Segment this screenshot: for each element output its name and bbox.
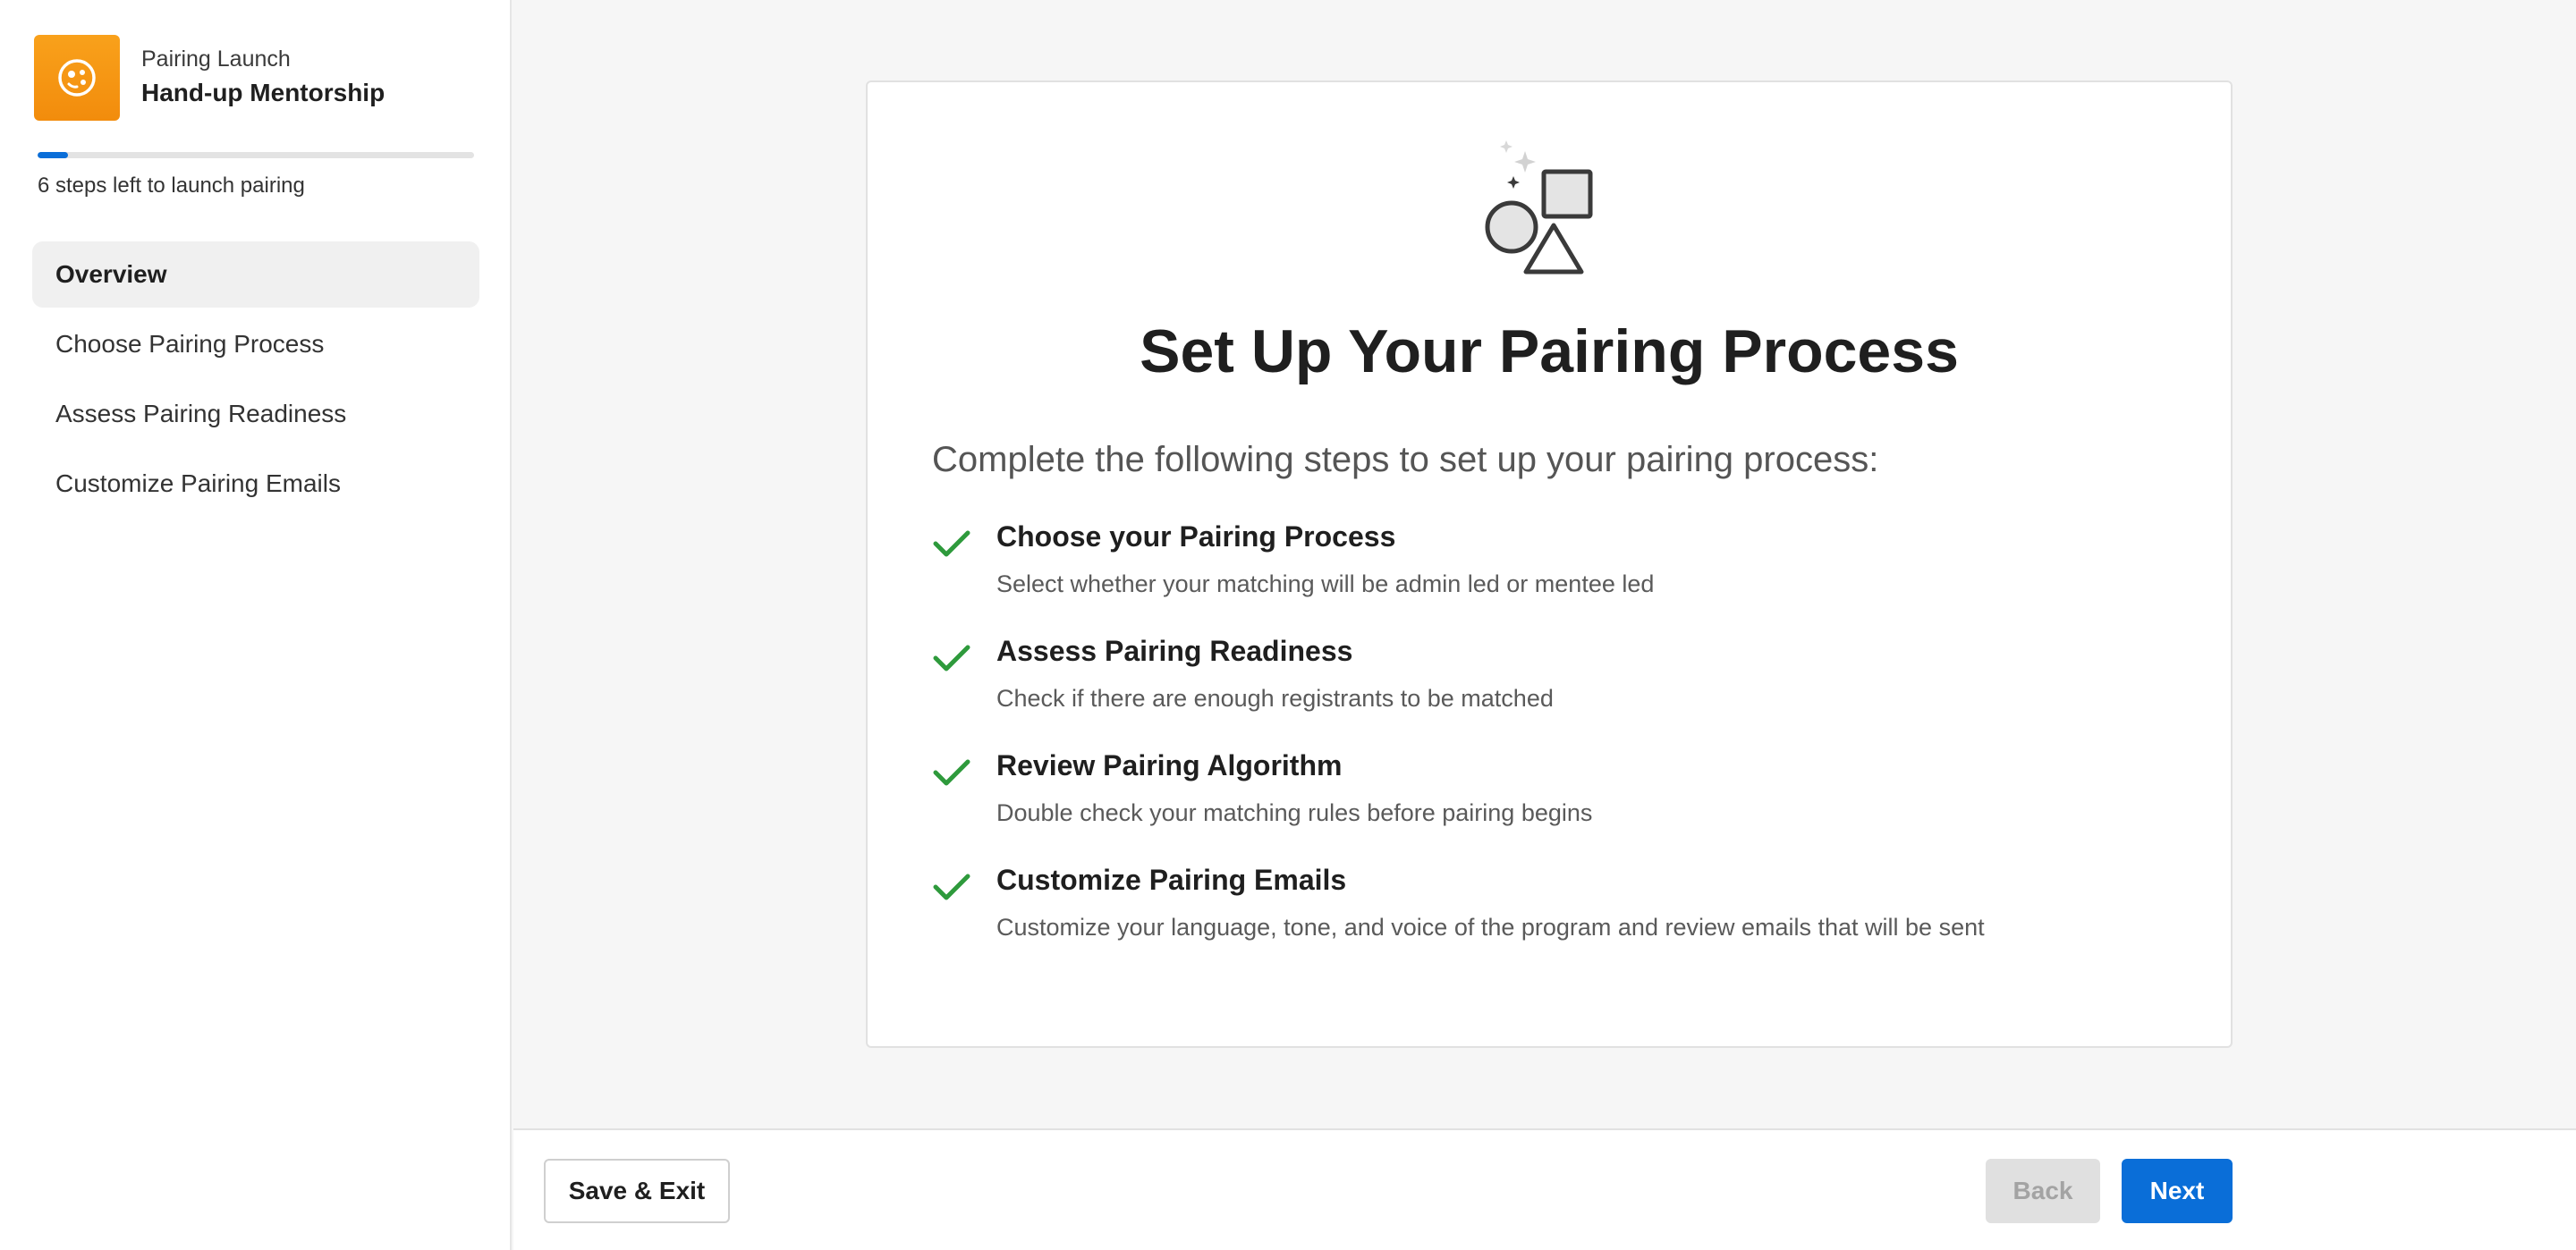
- overview-card: Set Up Your Pairing Process Complete the…: [866, 80, 2233, 1048]
- checkmark-icon: [933, 874, 970, 900]
- checkmark-icon: [933, 759, 970, 786]
- sidebar-nav: Overview Choose Pairing Process Assess P…: [32, 241, 479, 520]
- sidebar-item-overview[interactable]: Overview: [32, 241, 479, 308]
- program-logo: [34, 35, 120, 121]
- main-content: Set Up Your Pairing Process Complete the…: [513, 0, 2576, 1128]
- sidebar-item-choose-pairing-process[interactable]: Choose Pairing Process: [32, 311, 479, 377]
- step-title: Choose your Pairing Process: [996, 520, 1396, 553]
- list-item: Customize Pairing Emails Customize your …: [932, 862, 1985, 976]
- program-title: Hand-up Mentorship: [141, 79, 386, 106]
- setup-checklist: Choose your Pairing Process Select wheth…: [932, 519, 1985, 976]
- list-item: Choose your Pairing Process Select wheth…: [932, 519, 1985, 633]
- step-description: Check if there are enough registrants to…: [996, 685, 1554, 712]
- list-item: Review Pairing Algorithm Double check yo…: [932, 747, 1985, 862]
- next-button[interactable]: Next: [2122, 1159, 2233, 1223]
- intro-text: Complete the following steps to set up y…: [932, 440, 1879, 479]
- step-title: Review Pairing Algorithm: [996, 749, 1343, 781]
- program-subtitle: Pairing Launch: [141, 46, 291, 72]
- launch-progress-fill: [38, 152, 69, 158]
- step-title: Customize Pairing Emails: [996, 864, 1347, 896]
- sidebar: Pairing Launch Hand-up Mentorship 6 step…: [0, 0, 512, 1250]
- list-item: Assess Pairing Readiness Check if there …: [932, 633, 1985, 747]
- palette-icon: [58, 59, 96, 97]
- program-header: Pairing Launch Hand-up Mentorship: [34, 35, 385, 121]
- page-title: Set Up Your Pairing Process: [1140, 317, 1959, 385]
- save-exit-button[interactable]: Save & Exit: [544, 1159, 730, 1223]
- shapes-icon: [1485, 140, 1593, 274]
- step-description: Customize your language, tone, and voice…: [996, 914, 1985, 941]
- step-description: Double check your matching rules before …: [996, 799, 1593, 826]
- checkmark-icon: [933, 530, 970, 557]
- sidebar-item-customize-pairing-emails[interactable]: Customize Pairing Emails: [32, 451, 479, 517]
- sidebar-item-assess-pairing-readiness[interactable]: Assess Pairing Readiness: [32, 381, 479, 447]
- back-button[interactable]: Back: [1986, 1159, 2100, 1223]
- checkmark-icon: [933, 645, 970, 671]
- steps-left-text: 6 steps left to launch pairing: [38, 173, 305, 198]
- launch-progress-bar: [38, 152, 474, 158]
- step-description: Select whether your matching will be adm…: [996, 570, 1655, 597]
- step-title: Assess Pairing Readiness: [996, 635, 1353, 667]
- footer-bar: Save & Exit Back Next: [513, 1128, 2576, 1250]
